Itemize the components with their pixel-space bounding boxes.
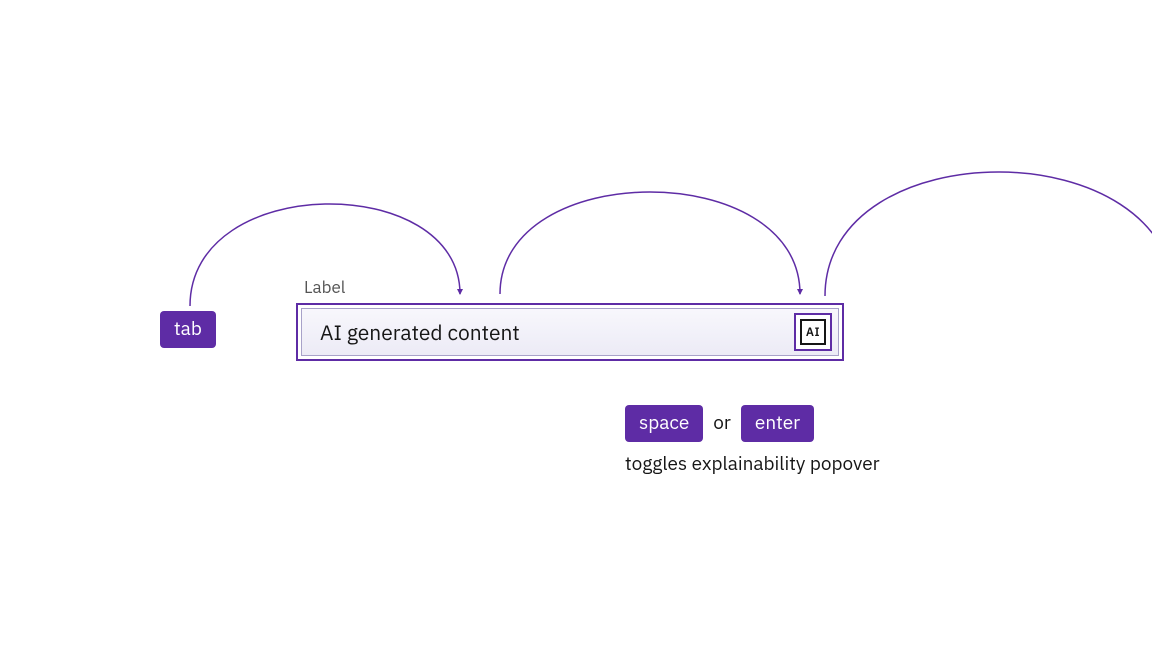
field-label: Label bbox=[304, 276, 345, 298]
or-text: or bbox=[713, 411, 731, 435]
action-keys-row: space or enter bbox=[625, 405, 814, 442]
ai-text-input-focus-ring: AI generated content AI bbox=[296, 303, 844, 361]
tab-key-badge: tab bbox=[160, 311, 216, 348]
action-description: toggles explainability popover bbox=[625, 452, 880, 476]
ai-badge-focus-ring: AI bbox=[794, 313, 832, 351]
enter-key-badge: enter bbox=[741, 405, 814, 442]
space-key-badge: space bbox=[625, 405, 703, 442]
ai-text-input[interactable]: AI generated content AI bbox=[301, 308, 839, 356]
ai-explainability-badge[interactable]: AI bbox=[800, 319, 826, 345]
input-content-text: AI generated content bbox=[320, 318, 520, 346]
